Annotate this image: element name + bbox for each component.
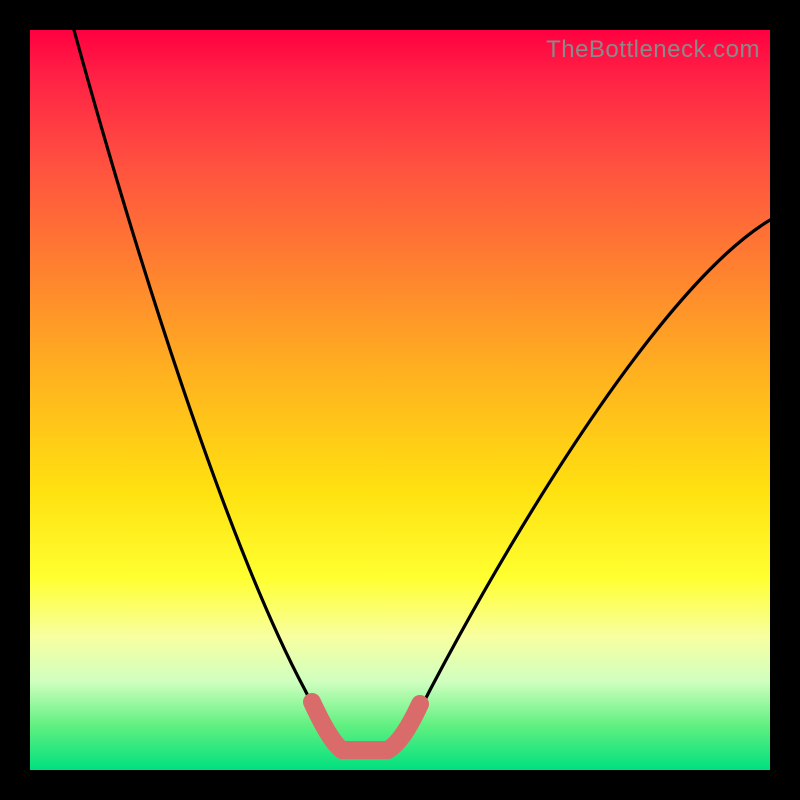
curve-highlight [312,702,420,750]
chart-frame: TheBottleneck.com [0,0,800,800]
plot-area: TheBottleneck.com [30,30,770,770]
watermark-text: TheBottleneck.com [546,36,760,64]
curve-path [74,30,770,750]
bottleneck-curve [30,30,770,770]
